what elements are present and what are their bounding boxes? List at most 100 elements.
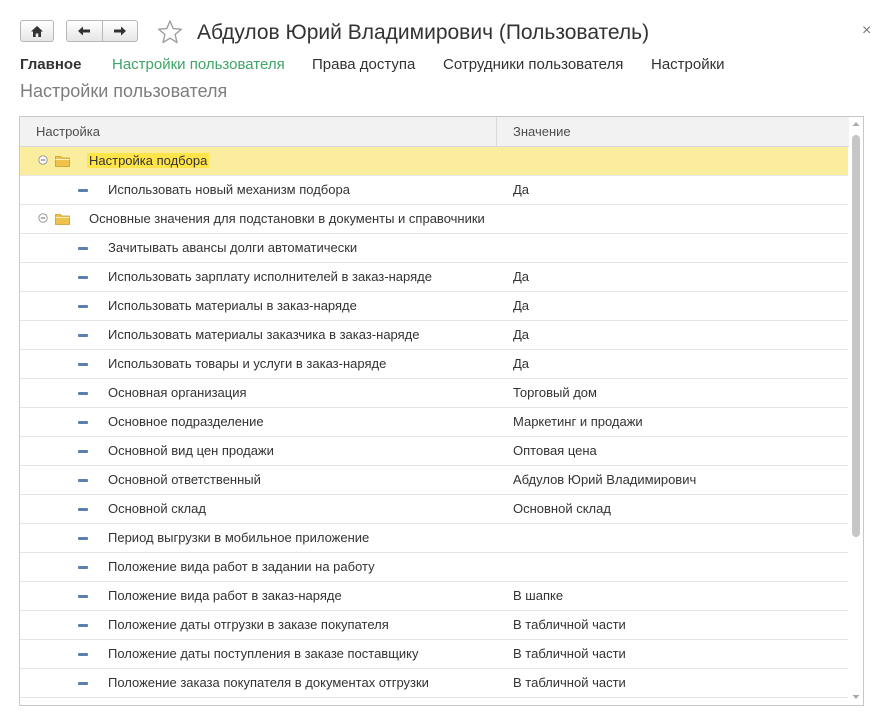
table-row[interactable]: Положение даты поступления в заказе пост… <box>20 640 848 669</box>
table-row[interactable]: Использовать материалы заказчика в заказ… <box>20 321 848 350</box>
setting-item-icon <box>78 450 88 453</box>
vertical-scrollbar[interactable] <box>849 117 863 705</box>
setting-name: Положение заказа покупателя в документах… <box>108 669 429 697</box>
table-row[interactable]: Положение вида работ в задании на работу <box>20 553 848 582</box>
setting-name: Основная организация <box>108 379 247 407</box>
setting-name-text: Положение заказа покупателя в документах… <box>108 675 429 690</box>
table-row[interactable]: Положение даты отгрузки в заказе покупат… <box>20 611 848 640</box>
collapse-icon[interactable] <box>38 213 48 223</box>
setting-value[interactable]: В шапке <box>513 582 563 610</box>
setting-value[interactable]: Да <box>513 263 529 291</box>
table-row[interactable]: Основной вид цен продажи Оптовая цена <box>20 437 848 466</box>
folder-icon <box>55 214 70 225</box>
table-body: Настройка подбора Использовать новый меха… <box>20 147 848 698</box>
arrow-left-icon <box>78 26 91 36</box>
setting-value[interactable]: Оптовая цена <box>513 437 597 465</box>
tab-access-rights[interactable]: Права доступа <box>312 56 415 73</box>
setting-name: Положение даты отгрузки в заказе покупат… <box>108 611 389 639</box>
table-row[interactable]: Основное подразделение Маркетинг и продаж… <box>20 408 848 437</box>
setting-item-icon <box>78 363 88 366</box>
setting-item-icon <box>78 508 88 511</box>
setting-name: Положение вида работ в заказ-наряде <box>108 582 342 610</box>
setting-value[interactable]: В табличной части <box>513 640 626 668</box>
forward-button[interactable] <box>101 21 138 41</box>
setting-value[interactable]: Да <box>513 292 529 320</box>
setting-item-icon <box>78 189 88 192</box>
table-group-row[interactable]: Основные значения для подстановки в доку… <box>20 205 848 234</box>
setting-name-text: Период выгрузки в мобильное приложение <box>108 530 370 545</box>
setting-value[interactable]: Торговый дом <box>513 379 597 407</box>
table-header: Настройка Значение <box>20 117 863 147</box>
back-button[interactable] <box>67 21 102 41</box>
table-row[interactable]: Зачитывать авансы долги автоматически <box>20 234 848 263</box>
table-row[interactable]: Использовать зарплату исполнителей в зак… <box>20 263 848 292</box>
table-row[interactable]: Основной склад Основной склад <box>20 495 848 524</box>
setting-name-text: Основная организация <box>108 385 247 400</box>
setting-item-icon <box>78 624 88 627</box>
setting-value[interactable]: Абдулов Юрий Владимирович <box>513 466 696 494</box>
table-row[interactable]: Положение заказа покупателя в документах… <box>20 669 848 698</box>
tab-user-employees[interactable]: Сотрудники пользователя <box>443 56 623 73</box>
setting-item-icon <box>78 479 88 482</box>
setting-name-text: Настройка подбора <box>87 153 210 168</box>
setting-item-icon <box>78 566 88 569</box>
setting-value[interactable]: В табличной части <box>513 669 626 697</box>
arrow-right-icon <box>113 26 126 36</box>
setting-item-icon <box>78 305 88 308</box>
scroll-down-icon[interactable] <box>851 693 861 701</box>
table-row[interactable]: Использовать материалы в заказ-наряде Да <box>20 292 848 321</box>
window-title: Абдулов Юрий Владимирович (Пользователь) <box>197 21 650 44</box>
table-row[interactable]: Период выгрузки в мобильное приложение <box>20 524 848 553</box>
home-button[interactable] <box>20 20 54 42</box>
column-header-value[interactable]: Значение <box>497 117 847 146</box>
setting-name-text: Основной вид цен продажи <box>108 443 274 458</box>
setting-name: Основной вид цен продажи <box>108 437 274 465</box>
star-icon[interactable] <box>157 19 183 45</box>
setting-name-text: Положение даты отгрузки в заказе покупат… <box>108 617 389 632</box>
setting-name: Использовать материалы заказчика в заказ… <box>108 321 420 349</box>
tab-main[interactable]: Главное <box>20 56 81 73</box>
setting-value[interactable]: Основной склад <box>513 495 611 523</box>
setting-name-text: Использовать товары и услуги в заказ-нар… <box>108 356 387 371</box>
setting-item-icon <box>78 334 88 337</box>
setting-value[interactable]: Да <box>513 176 529 204</box>
setting-value[interactable]: Да <box>513 321 529 349</box>
setting-item-icon <box>78 595 88 598</box>
column-header-setting[interactable]: Настройка <box>20 117 497 146</box>
table-row[interactable]: Основной ответственный Абдулов Юрий Влади… <box>20 466 848 495</box>
setting-item-icon <box>78 682 88 685</box>
setting-name: Использовать новый механизм подбора <box>108 176 350 204</box>
setting-name-text: Положение вида работ в заказ-наряде <box>108 588 342 603</box>
setting-name: Основные значения для подстановки в доку… <box>89 205 485 233</box>
setting-name: Настройка подбора <box>87 147 210 175</box>
setting-value[interactable]: Да <box>513 350 529 378</box>
setting-item-icon <box>78 537 88 540</box>
section-title: Настройки пользователя <box>20 81 228 101</box>
setting-value[interactable]: Маркетинг и продажи <box>513 408 643 436</box>
table-row[interactable]: Основная организация Торговый дом <box>20 379 848 408</box>
close-icon[interactable]: × <box>862 22 871 40</box>
setting-name: Основной ответственный <box>108 466 261 494</box>
setting-name-text: Использовать материалы заказчика в заказ… <box>108 327 420 342</box>
setting-name: Использовать товары и услуги в заказ-нар… <box>108 350 386 378</box>
collapse-icon[interactable] <box>38 155 48 165</box>
scroll-up-icon[interactable] <box>851 120 861 128</box>
table-row[interactable]: Положение вида работ в заказ-наряде В шап… <box>20 582 848 611</box>
setting-value[interactable]: В табличной части <box>513 611 626 639</box>
setting-name: Использовать зарплату исполнителей в зак… <box>108 263 432 291</box>
table-row[interactable]: Использовать новый механизм подбора Да <box>20 176 848 205</box>
table-group-row[interactable]: Настройка подбора <box>20 147 848 176</box>
tab-user-settings[interactable]: Настройки пользователя <box>112 56 285 73</box>
folder-icon <box>55 156 70 167</box>
setting-item-icon <box>78 247 88 250</box>
setting-name-text: Положение вида работ в задании на работу <box>108 559 375 574</box>
tab-settings[interactable]: Настройки <box>651 56 725 73</box>
table-row[interactable]: Использовать товары и услуги в заказ-нар… <box>20 350 848 379</box>
setting-name-text: Использовать материалы в заказ-наряде <box>108 298 357 313</box>
setting-name: Зачитывать авансы долги автоматически <box>108 234 357 262</box>
scrollbar-thumb[interactable] <box>852 135 860 537</box>
navigation-buttons <box>66 20 138 42</box>
setting-name: Период выгрузки в мобильное приложение <box>108 524 369 552</box>
setting-name-text: Основной склад <box>108 501 206 516</box>
settings-table: Настройка Значение Настройка подбора Испо… <box>19 116 864 706</box>
